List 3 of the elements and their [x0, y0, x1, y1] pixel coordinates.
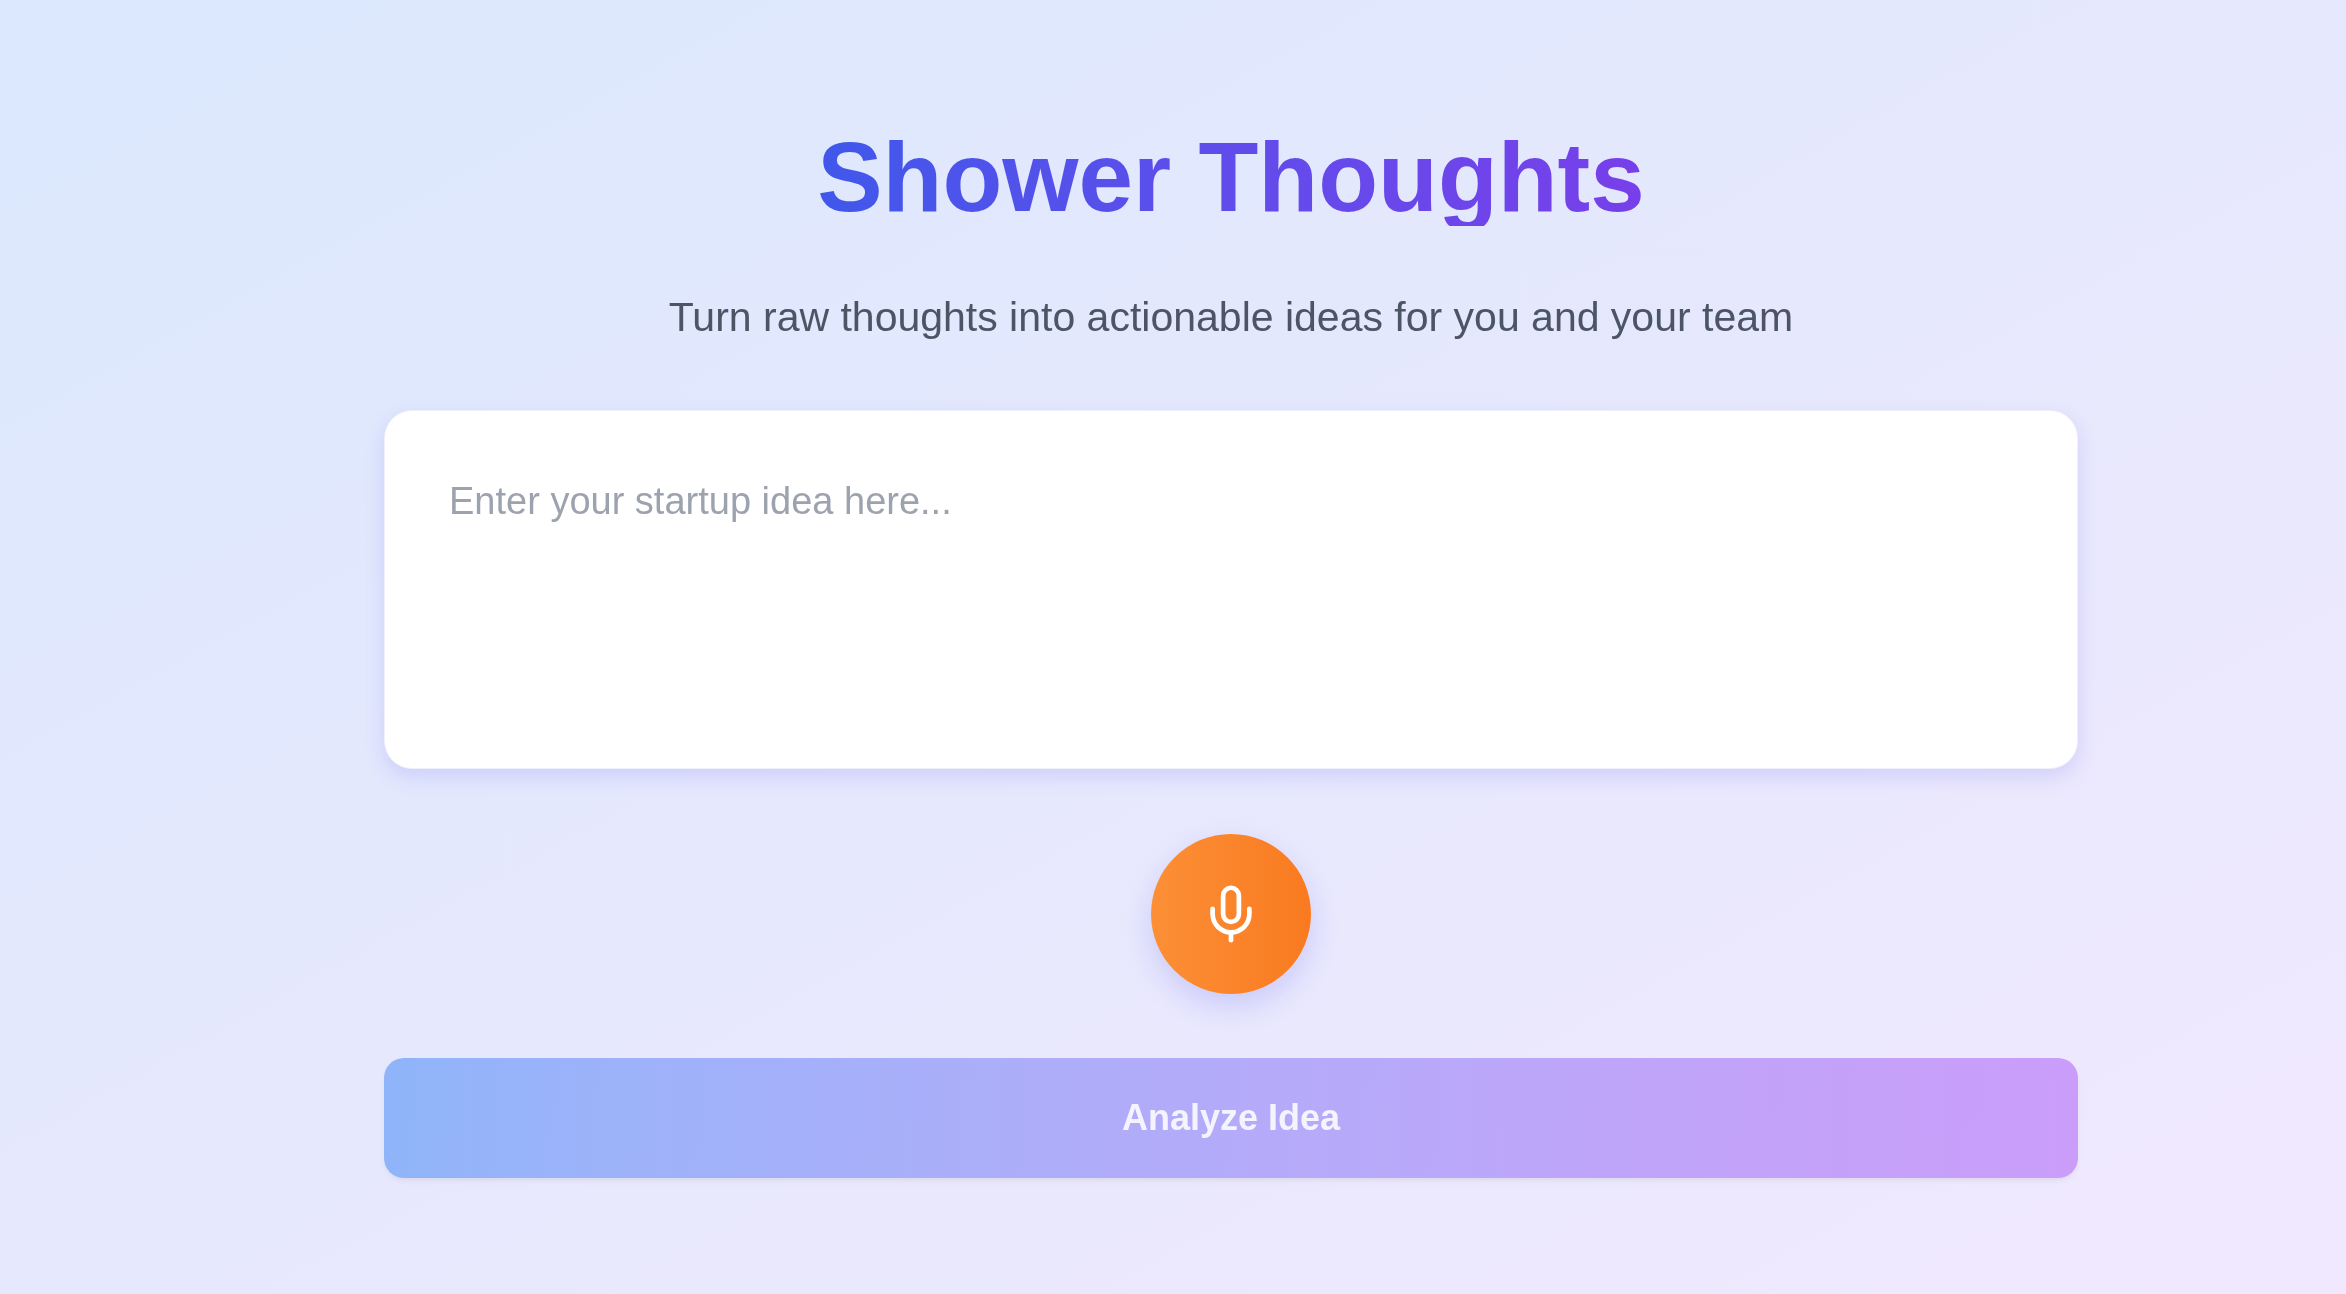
microphone-icon	[1210, 885, 1252, 943]
page-subtitle: Turn raw thoughts into actionable ideas for you and your team	[668, 297, 1794, 338]
idea-input-field[interactable]: Enter your startup idea here...	[384, 410, 2078, 769]
